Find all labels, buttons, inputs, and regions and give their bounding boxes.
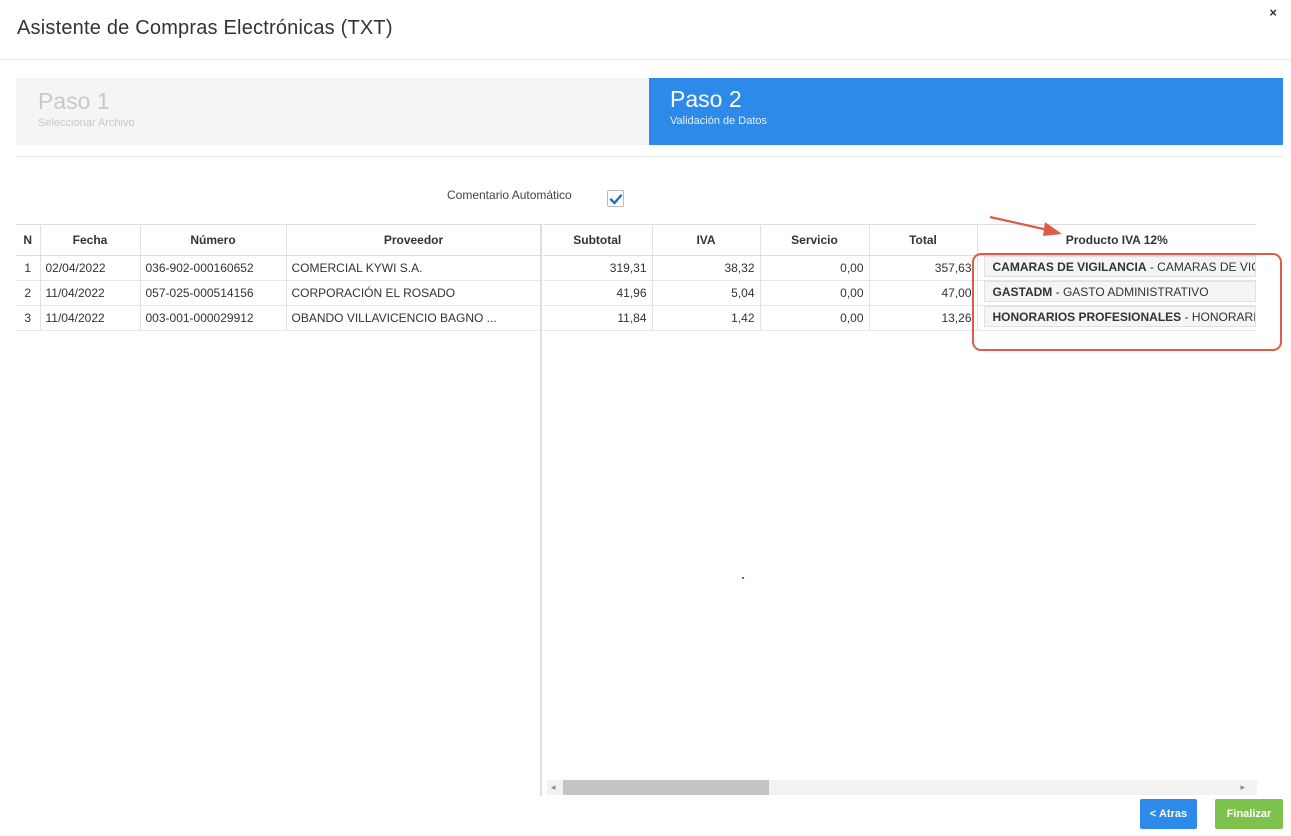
horizontal-scrollbar[interactable]: ◂ ▸ <box>547 780 1257 795</box>
frozen-column-divider <box>540 224 542 796</box>
table-row[interactable]: 3 11/04/2022 003-001-000029912 OBANDO VI… <box>16 305 542 331</box>
table-row[interactable]: 2 11/04/2022 057-025-000514156 CORPORACI… <box>16 280 542 306</box>
cell-total: 13,26 <box>869 305 978 331</box>
cell-iva: 38,32 <box>652 255 761 281</box>
col-header-fecha[interactable]: Fecha <box>40 224 141 256</box>
table-row[interactable]: 1 02/04/2022 036-902-000160652 COMERCIAL… <box>16 255 542 281</box>
annotation-arrow-icon <box>989 215 1062 236</box>
highlight-annotation-box <box>972 253 1282 351</box>
checkmark-icon <box>609 194 623 205</box>
auto-comment-checkbox[interactable] <box>607 190 624 207</box>
header-divider <box>0 59 1291 60</box>
steps-divider <box>16 156 1283 157</box>
cell-servicio: 0,00 <box>760 305 870 331</box>
auto-comment-label: Comentario Automático <box>447 188 572 202</box>
back-button[interactable]: < Atras <box>1140 799 1197 829</box>
step-1: Paso 1 Seleccionar Archivo <box>16 78 649 145</box>
col-header-iva[interactable]: IVA <box>652 224 761 256</box>
cell-total: 47,00 <box>869 280 978 306</box>
col-header-n[interactable]: N <box>16 224 41 256</box>
row-number: 1 <box>16 255 41 281</box>
scroll-left-arrow-icon[interactable]: ◂ <box>551 782 556 793</box>
cell-numero: 036-902-000160652 <box>140 255 287 281</box>
cell-proveedor: OBANDO VILLAVICENCIO BAGNO ... <box>286 305 542 331</box>
cell-numero: 057-025-000514156 <box>140 280 287 306</box>
cell-subtotal: 11,84 <box>543 305 653 331</box>
cell-proveedor: CORPORACIÓN EL ROSADO <box>286 280 542 306</box>
step-1-subtitle: Seleccionar Archivo <box>38 117 135 129</box>
cell-fecha: 02/04/2022 <box>40 255 141 281</box>
step-2-subtitle: Validación de Datos <box>670 115 768 127</box>
dialog-title: Asistente de Compras Electrónicas (TXT) <box>17 17 393 39</box>
col-header-subtotal[interactable]: Subtotal <box>543 224 653 256</box>
col-header-servicio[interactable]: Servicio <box>760 224 870 256</box>
step-1-title: Paso 1 <box>38 88 110 114</box>
cell-subtotal: 319,31 <box>543 255 653 281</box>
row-number: 2 <box>16 280 41 306</box>
wizard-steps: Paso 1 Seleccionar Archivo Paso 2 Valida… <box>16 78 1283 145</box>
cell-subtotal: 41,96 <box>543 280 653 306</box>
cell-numero: 003-001-000029912 <box>140 305 287 331</box>
cell-servicio: 0,00 <box>760 280 870 306</box>
scrollbar-thumb[interactable] <box>563 780 769 795</box>
step-2: Paso 2 Validación de Datos <box>649 78 1283 145</box>
cell-iva: 5,04 <box>652 280 761 306</box>
scroll-right-arrow-icon[interactable]: ▸ <box>1240 782 1245 793</box>
table-header-row: Subtotal IVA Servicio Total Producto IVA… <box>543 224 1256 256</box>
cell-fecha: 11/04/2022 <box>40 280 141 306</box>
cell-iva: 1,42 <box>652 305 761 331</box>
finish-button[interactable]: Finalizar <box>1215 799 1283 829</box>
cell-total: 357,63 <box>869 255 978 281</box>
step-2-title: Paso 2 <box>670 86 742 112</box>
close-icon[interactable]: × <box>1269 5 1277 20</box>
cell-servicio: 0,00 <box>760 255 870 281</box>
row-number: 3 <box>16 305 41 331</box>
cell-proveedor: COMERCIAL KYWI S.A. <box>286 255 542 281</box>
col-header-total[interactable]: Total <box>869 224 978 256</box>
table-header-row: N Fecha Número Proveedor <box>16 224 542 256</box>
invoice-table-fixed: N Fecha Número Proveedor 1 02/04/2022 03… <box>16 224 542 331</box>
cell-fecha: 11/04/2022 <box>40 305 141 331</box>
col-header-numero[interactable]: Número <box>140 224 287 256</box>
loading-dot <box>742 577 744 579</box>
col-header-proveedor[interactable]: Proveedor <box>286 224 542 256</box>
